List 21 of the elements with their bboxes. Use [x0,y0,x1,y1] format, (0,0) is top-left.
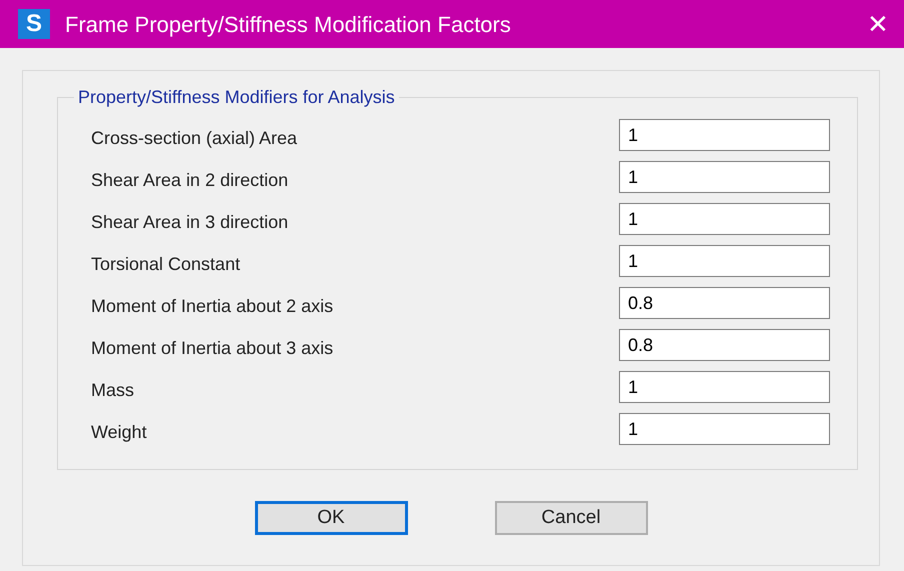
dialog-button[interactable]: Cancel [494,501,648,535]
field-label: Cross-section (axial) Area [91,126,298,150]
input-field[interactable]: 0.8 [619,287,830,319]
input-field[interactable]: 1 [619,413,830,445]
field-label: Shear Area in 3 direction [91,210,288,234]
input-field[interactable]: 1 [619,161,830,193]
field-label: Torsional Constant [91,252,240,276]
input-field[interactable]: 1 [619,119,830,151]
dialog-button[interactable]: OK [254,501,408,535]
input-field[interactable]: 1 [619,245,830,277]
field-label: Shear Area in 2 direction [91,168,288,192]
input-field[interactable]: 0.8 [619,329,830,361]
input-field[interactable]: 1 [619,371,830,403]
field-label: Mass [91,378,134,402]
field-label: Moment of Inertia about 3 axis [91,336,334,360]
input-field[interactable]: 1 [619,203,830,235]
field-label: Weight [91,420,147,444]
field-label: Moment of Inertia about 2 axis [91,294,334,318]
close-button[interactable]: ✕ [860,6,896,42]
window-title: Frame Property/Stiffness Modification Factors [65,10,511,39]
app-logo-icon: S [18,9,50,39]
